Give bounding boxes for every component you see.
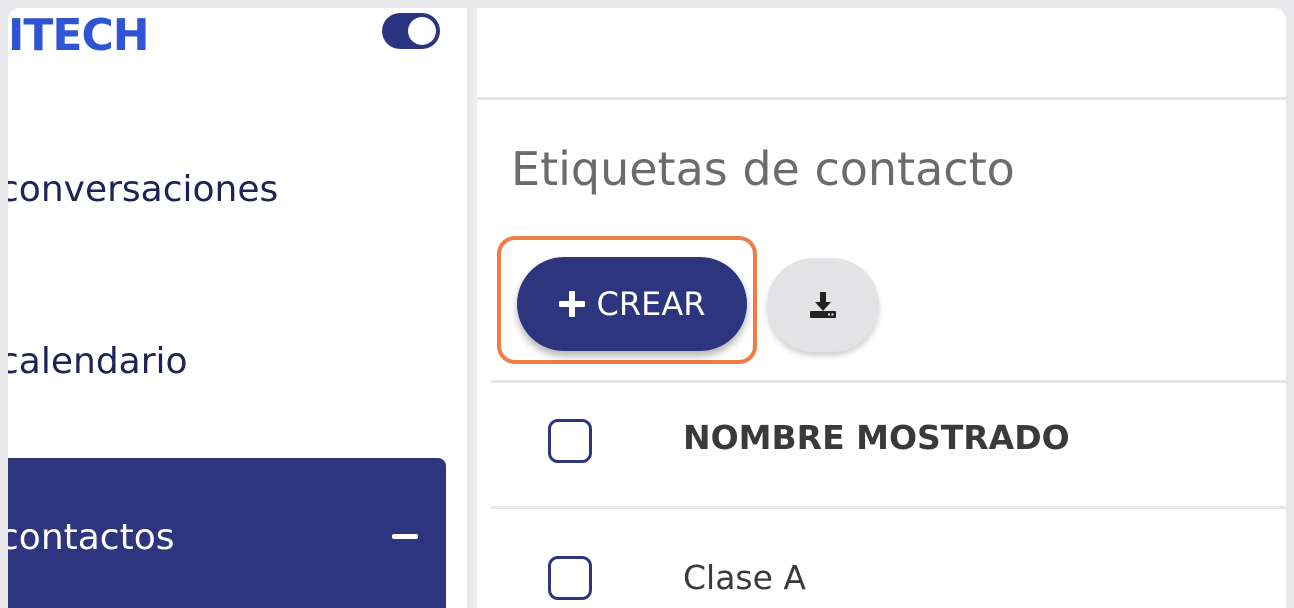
sidebar-divider <box>467 8 477 608</box>
create-button[interactable]: CREAR <box>517 257 747 351</box>
export-button[interactable] <box>767 258 879 352</box>
plus-icon <box>558 291 585 317</box>
brand-logo: ITECH <box>8 10 150 61</box>
download-icon <box>810 292 836 318</box>
sidebar-item-calendario[interactable]: calendario <box>8 332 188 392</box>
table-row-name[interactable]: Clase A <box>683 558 806 597</box>
main-content: Etiquetas de contacto CREAR NOMBRE MOSTR… <box>477 8 1286 608</box>
toggle-knob <box>408 17 436 45</box>
app-window: ITECH conversaciones calendario contacto… <box>8 8 1286 608</box>
row-checkbox[interactable] <box>548 556 592 600</box>
sidebar-toggle-switch[interactable] <box>382 13 440 49</box>
column-header-nombre[interactable]: NOMBRE MOSTRADO <box>683 418 1070 457</box>
table-header-border <box>491 506 1286 509</box>
page-title: Etiquetas de contacto <box>511 142 1015 196</box>
topbar-divider <box>477 97 1286 100</box>
select-all-checkbox[interactable] <box>548 419 592 463</box>
minus-icon[interactable] <box>392 534 418 539</box>
sidebar-item-label: contactos <box>8 517 175 558</box>
sidebar: ITECH conversaciones calendario contacto… <box>8 8 468 608</box>
sidebar-item-contactos[interactable]: contactos <box>8 458 446 608</box>
sidebar-item-conversaciones[interactable]: conversaciones <box>8 160 278 220</box>
table-top-border <box>491 380 1286 383</box>
create-button-label: CREAR <box>596 285 706 323</box>
